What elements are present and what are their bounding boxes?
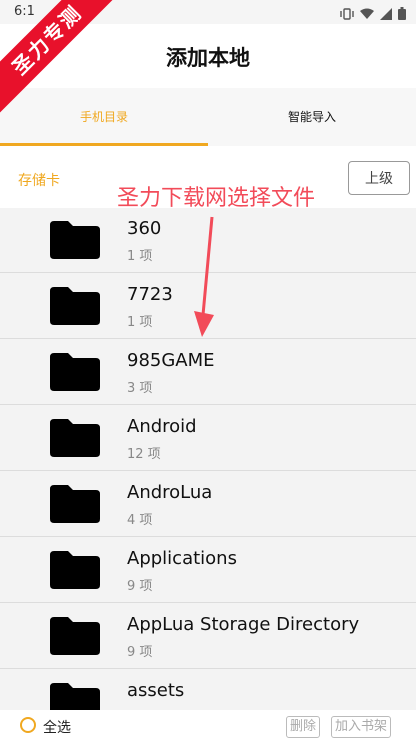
tab-bar: 手机目录 智能导入 <box>0 88 416 146</box>
battery-icon <box>398 5 406 24</box>
file-item-count: 9 项 <box>127 645 153 660</box>
select-all-label[interactable]: 全选 <box>43 717 71 737</box>
tab-smart-import[interactable]: 智能导入 <box>208 88 416 146</box>
folder-icon <box>50 683 100 710</box>
file-item-count: 1 项 <box>127 315 153 330</box>
add-to-bookshelf-button[interactable]: 加入书架 <box>331 716 392 738</box>
file-item-count: 12 项 <box>127 447 161 462</box>
file-name: Applications <box>127 548 237 569</box>
file-name: 7723 <box>127 284 173 305</box>
file-row[interactable]: 985GAME 3 项 <box>0 340 416 405</box>
file-item-count: 9 项 <box>127 579 153 594</box>
folder-icon <box>50 221 100 259</box>
folder-icon <box>50 551 100 589</box>
up-level-button[interactable]: 上级 <box>348 161 410 195</box>
tab-phone-directory[interactable]: 手机目录 <box>0 88 208 146</box>
folder-icon <box>50 617 100 655</box>
annotation-arrow-icon <box>194 216 214 337</box>
file-name: AndroLua <box>127 482 213 503</box>
file-name: 360 <box>127 218 162 239</box>
signal-icon <box>380 5 392 24</box>
folder-icon <box>50 485 100 523</box>
file-name: assets <box>127 680 185 701</box>
file-item-count: 1 项 <box>127 249 153 264</box>
file-name: Android <box>127 416 197 437</box>
file-name: 985GAME <box>127 350 215 371</box>
file-name: AppLua Storage Directory <box>127 614 360 635</box>
folder-icon <box>50 353 100 391</box>
vibrate-icon <box>340 5 354 24</box>
storage-breadcrumb[interactable]: 存储卡 <box>18 170 60 190</box>
bottom-bar: 全选 删除 加入书架 <box>0 710 416 741</box>
file-item-count: 3 项 <box>127 381 153 396</box>
select-all-radio[interactable] <box>20 717 36 733</box>
annotation-text: 圣力下载网选择文件 <box>117 186 316 211</box>
file-item-count: 4 项 <box>127 513 153 528</box>
file-row[interactable]: AppLua Storage Directory 9 项 <box>0 604 416 669</box>
folder-icon <box>50 287 100 325</box>
file-row[interactable]: Android 12 项 <box>0 406 416 471</box>
wifi-icon <box>360 5 374 24</box>
file-row[interactable]: AndroLua 4 项 <box>0 472 416 537</box>
delete-button[interactable]: 删除 <box>286 716 321 738</box>
screen: 6:1 添加本地 手机目录 智能导入 存储卡 上级 360 1 项 7723 1… <box>0 0 416 741</box>
status-time: 6:1 <box>14 4 35 19</box>
file-row[interactable]: Applications 9 项 <box>0 538 416 603</box>
file-row[interactable]: assets 1 项 <box>0 670 416 710</box>
folder-icon <box>50 419 100 457</box>
status-icons <box>340 5 406 24</box>
